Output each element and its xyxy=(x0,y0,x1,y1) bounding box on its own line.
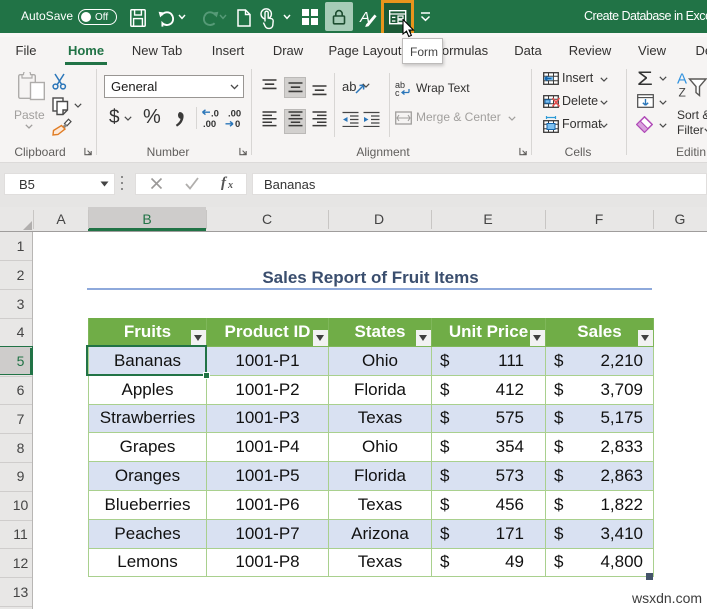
svg-text:c: c xyxy=(395,88,400,96)
svg-text:.00: .00 xyxy=(203,119,216,130)
svg-text:ab: ab xyxy=(342,79,356,94)
svg-text:.00: .00 xyxy=(228,109,241,120)
svg-text:0: 0 xyxy=(235,119,240,130)
svg-text:Z: Z xyxy=(679,86,686,100)
svg-text:.0: .0 xyxy=(211,109,219,120)
